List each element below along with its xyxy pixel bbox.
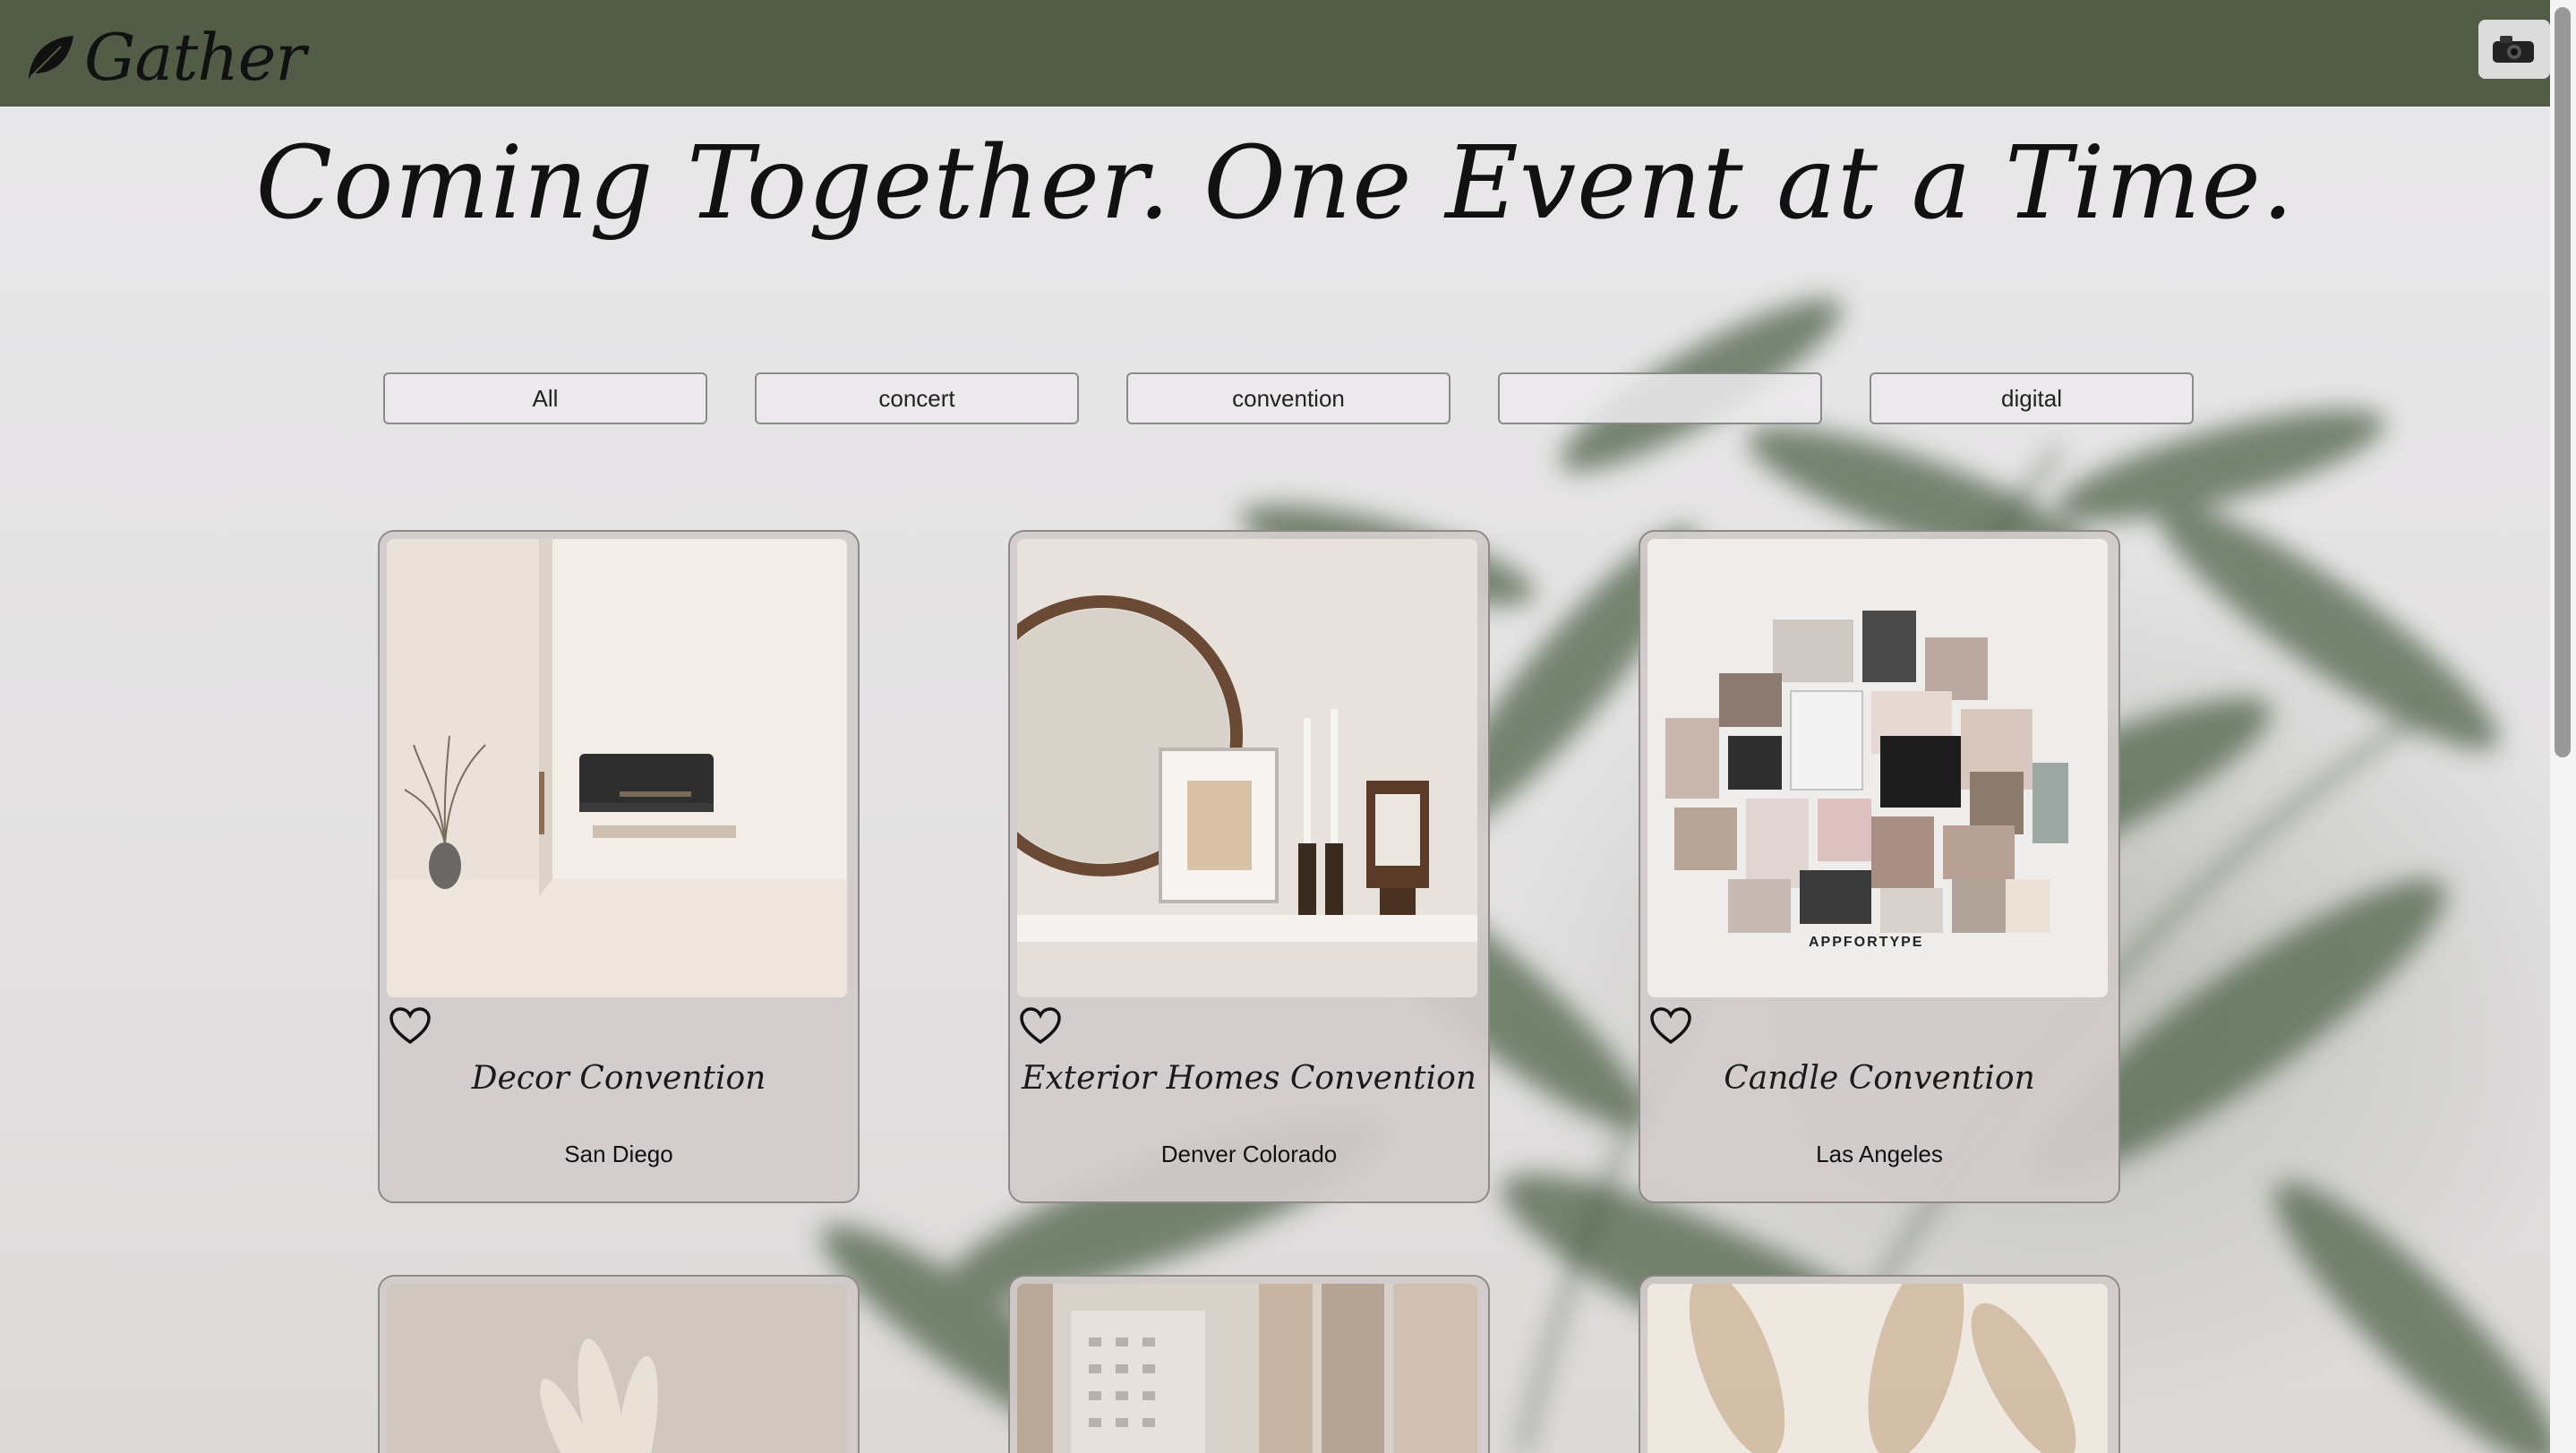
heart-outline-icon[interactable] — [1019, 1006, 1062, 1046]
event-location: San Diego — [564, 1141, 673, 1167]
living-room-photo — [387, 539, 847, 997]
gather-logo[interactable]: Gather — [25, 13, 306, 102]
camera-avatar-icon — [2478, 20, 2550, 79]
filter-digital-button[interactable]: digital — [1870, 372, 2194, 424]
filter-concert-button[interactable]: concert — [755, 372, 1079, 424]
svg-text:APPFORTYPE: APPFORTYPE — [1809, 935, 1923, 950]
page-tagline: Coming Together. One Event at a Time. — [255, 125, 2295, 242]
event-card[interactable]: Decor Convention San Diego — [378, 530, 860, 1203]
event-title[interactable]: Exterior Homes Convention — [1010, 1060, 1488, 1097]
filter-convention-button[interactable]: convention — [1126, 372, 1451, 424]
category-filters: All concert convention digital — [383, 372, 2195, 426]
window-curtain-photo — [1017, 1284, 1477, 1453]
mirror-mantel-photo — [1017, 539, 1477, 997]
scrollbar-thumb[interactable] — [2555, 7, 2571, 757]
heart-outline-icon[interactable] — [1649, 1006, 1692, 1046]
event-card[interactable]: APPFORTYPE Candle Convention Las Angeles — [1639, 530, 2120, 1203]
event-location: Denver Colorado — [1160, 1141, 1338, 1167]
pampas-vase-photo — [387, 1284, 847, 1453]
event-title[interactable]: Candle Convention — [1640, 1060, 2118, 1097]
filter-blank-button[interactable] — [1498, 372, 1822, 424]
event-title[interactable]: Decor Convention — [380, 1060, 858, 1097]
logo-text: Gather — [84, 20, 306, 95]
user-avatar[interactable] — [2478, 20, 2550, 79]
top-navigation-bar: Gather — [0, 0, 2550, 107]
event-location: Las Angeles — [1816, 1141, 1943, 1167]
pampas-grass-photo — [1647, 1284, 2108, 1453]
leaf-icon — [29, 36, 73, 79]
event-card[interactable] — [378, 1275, 860, 1453]
event-card[interactable] — [1639, 1275, 2120, 1453]
event-card[interactable] — [1008, 1275, 1490, 1453]
moodboard-collage-photo: APPFORTYPE — [1647, 539, 2108, 997]
event-card[interactable]: Exterior Homes Convention Denver Colorad… — [1008, 530, 1490, 1203]
filter-all-button[interactable]: All — [383, 372, 707, 424]
heart-outline-icon[interactable] — [389, 1006, 432, 1046]
